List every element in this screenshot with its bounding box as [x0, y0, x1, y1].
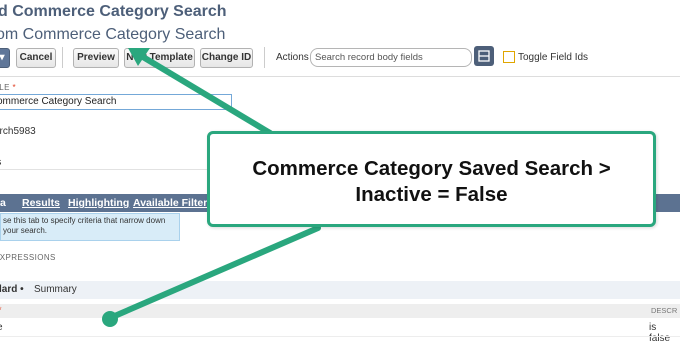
annotation-dot-icon: [102, 311, 118, 327]
callout-line-1: Commerce Category Saved Search >: [252, 157, 611, 180]
annotation-arrow-line: [135, 51, 273, 136]
annotation-arrow-line: [107, 225, 321, 321]
annotation-callout: Commerce Category Saved Search > Inactiv…: [207, 131, 656, 227]
callout-text: Commerce Category Saved Search > Inactiv…: [210, 156, 653, 208]
callout-line-2: Inactive = False: [355, 183, 508, 206]
